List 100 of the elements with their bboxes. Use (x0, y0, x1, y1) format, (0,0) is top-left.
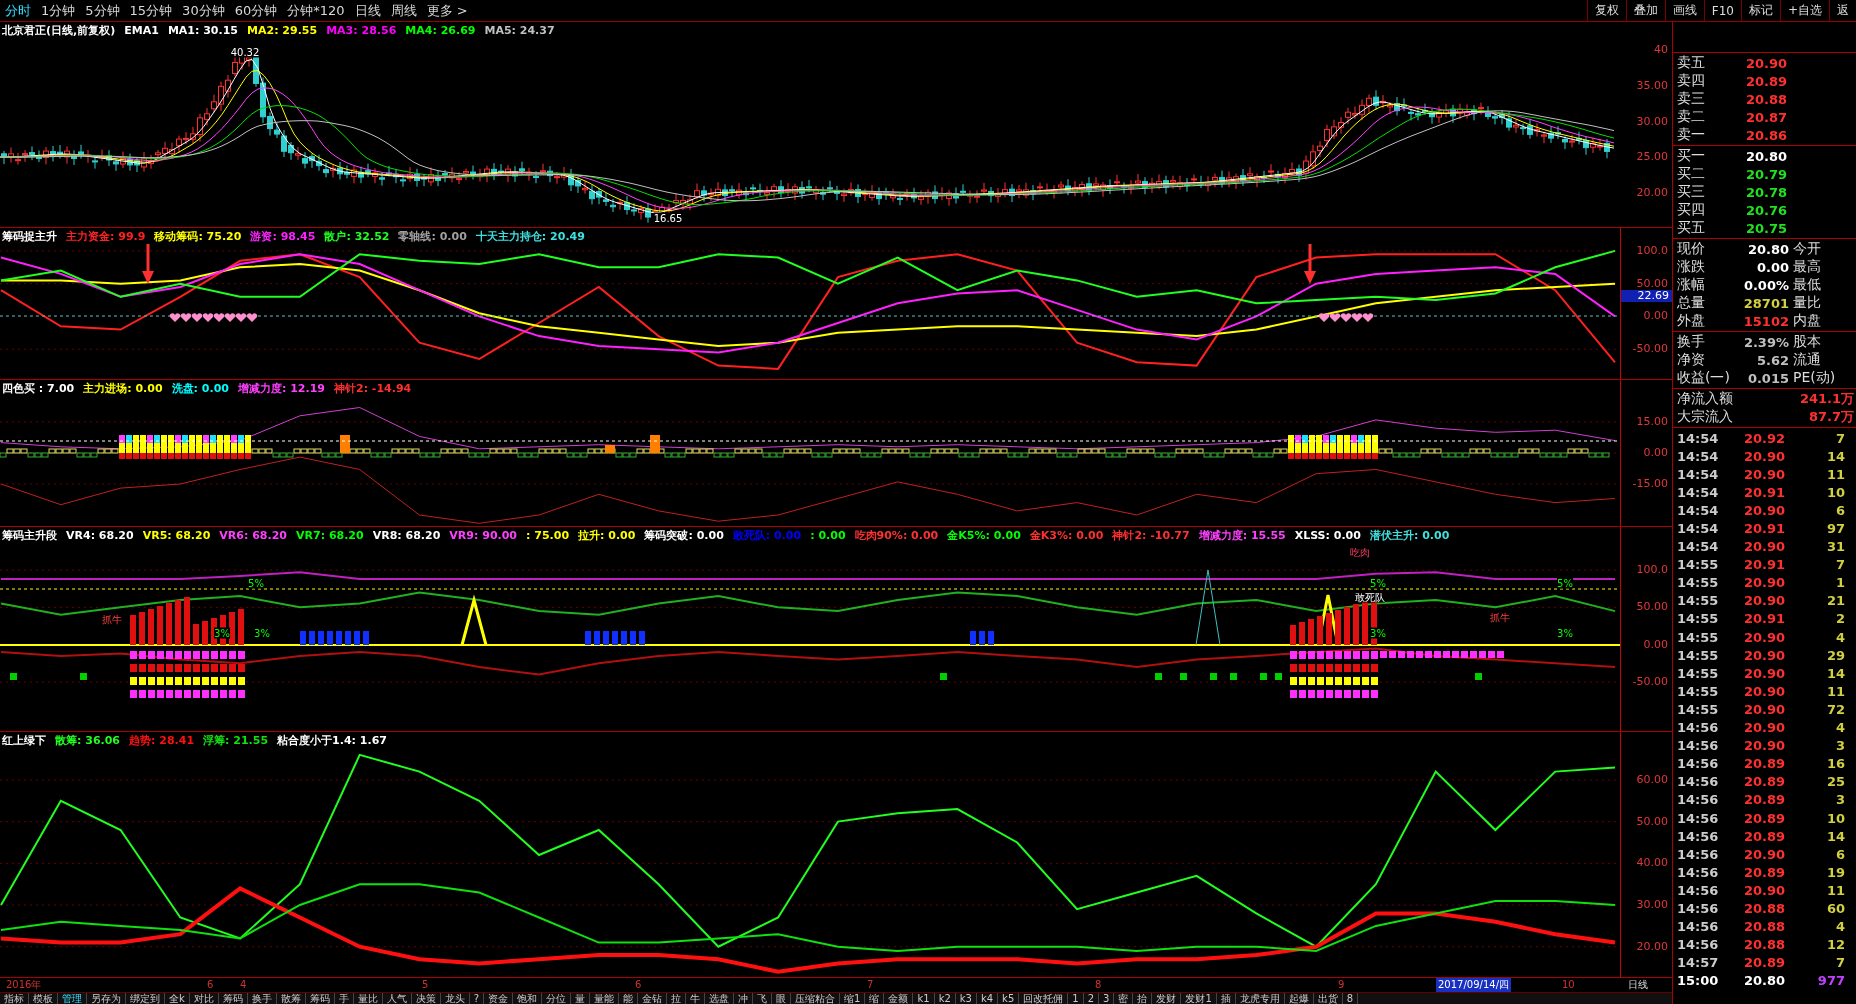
indicator-tab[interactable]: 抬 (1133, 993, 1153, 1004)
indicator-tab[interactable]: 决策 (411, 993, 441, 1004)
trade-volume: 10 (1825, 484, 1845, 500)
indicator-tab[interactable]: 冲 (734, 993, 754, 1004)
chart-annotation: 抓牛 (1490, 611, 1510, 623)
indicator-tab[interactable]: 模板 (29, 993, 58, 1004)
indicator-tab[interactable]: 缩 (865, 993, 885, 1004)
indicator-tab[interactable]: 密 (1114, 993, 1134, 1004)
indicator-tab[interactable]: 能 (619, 993, 639, 1004)
indicator-tab[interactable]: 筹码 (218, 993, 248, 1004)
indicator-tab[interactable]: 换手 (247, 993, 277, 1004)
period-tab[interactable]: 分时 (0, 1, 36, 20)
trade-price: 20.80 (1742, 973, 1785, 989)
trade-volume: 60 (1825, 901, 1845, 916)
period-tab[interactable]: 30分钟 (177, 1, 230, 20)
toolbar-button[interactable]: +自选 (1779, 0, 1829, 21)
chart-annotation: 吃肉 (1350, 546, 1370, 558)
indicator-tab[interactable]: k1 (913, 993, 935, 1004)
legend-value: VR5: 68.20 (142, 529, 211, 542)
indicator-tab[interactable]: 1 (1068, 993, 1084, 1004)
trade-price: 20.89 (1742, 955, 1785, 971)
indicator-tab[interactable]: 2 (1083, 993, 1099, 1004)
indicator-tab[interactable]: 拉 (667, 993, 687, 1004)
indicator-tab[interactable]: 量 (571, 993, 591, 1004)
indicator-tab[interactable]: 金额 (884, 993, 914, 1004)
trade-time: 14:55 (1677, 683, 1720, 699)
order-price: 20.80 (1744, 148, 1787, 164)
indicator-tab[interactable]: k2 (934, 993, 956, 1004)
indicator-tab[interactable]: 指标 (0, 993, 29, 1004)
period-tab[interactable]: 60分钟 (229, 1, 283, 20)
indicator-tab[interactable]: 插 (1216, 993, 1236, 1004)
stat-value: 2.39% (1742, 334, 1789, 350)
period-tab[interactable]: 更多 > (421, 1, 473, 20)
legend-value: 敢死队: 0.00 (732, 529, 802, 542)
indicator-tab[interactable]: 8 (1342, 993, 1359, 1004)
indicator-tab[interactable]: 筹码 (305, 993, 335, 1004)
indicator-tab[interactable]: 发财 (1152, 993, 1182, 1004)
indicator-tab[interactable]: 对比 (189, 993, 219, 1004)
trade-time: 14:56 (1677, 810, 1720, 826)
indicator-tab[interactable]: 饱和 (513, 993, 543, 1004)
indicator-tab[interactable]: 眼 (772, 993, 792, 1004)
period-tab[interactable]: 15分钟 (124, 1, 178, 20)
indicator-tab[interactable]: 发财1 (1181, 993, 1217, 1004)
trade-volume: 6 (1834, 502, 1845, 518)
indicator-tab[interactable]: 绑定到 (126, 993, 165, 1004)
toolbar-button[interactable]: 复权 (1586, 0, 1626, 21)
indicator-tab[interactable]: 龙头 (440, 993, 470, 1004)
trade-time: 14:55 (1677, 557, 1720, 573)
toolbar-button[interactable]: F10 (1703, 0, 1741, 21)
indicator-tab[interactable]: k5 (998, 993, 1020, 1004)
panel-title: 北京君正(日线,前复权) (2, 24, 116, 37)
date-axis-label: 7 (866, 978, 875, 992)
period-tab[interactable]: 5分钟 (80, 1, 125, 20)
trade-time: 14:56 (1677, 792, 1720, 808)
trade-volume: 10 (1825, 810, 1845, 826)
indicator-tab[interactable]: 量能 (590, 993, 620, 1004)
indicator-tab[interactable]: 压缩粘合 (791, 993, 841, 1004)
period-tab[interactable]: 1分钟 (36, 1, 81, 20)
indicator-tab[interactable]: 全k (165, 993, 190, 1004)
indicator-tab[interactable]: 量比 (353, 993, 383, 1004)
indicator-tab[interactable]: 散筹 (276, 993, 306, 1004)
price-scale-label: 30.00 (1636, 114, 1668, 128)
indicator-tab[interactable]: 手 (334, 993, 354, 1004)
trade-price: 20.90 (1742, 846, 1785, 862)
toolbar-button[interactable]: 叠加 (1625, 0, 1665, 21)
axis-tick-label: -50.00 (1632, 342, 1668, 356)
period-tab[interactable]: 日线 (349, 1, 386, 20)
indicator-tab[interactable]: ? (469, 993, 485, 1004)
indicator-tab[interactable]: 人气 (382, 993, 412, 1004)
legend-value: VR4: 68.20 (66, 529, 134, 542)
indicator-tab[interactable]: 金钻 (638, 993, 668, 1004)
trade-time: 14:54 (1677, 539, 1720, 555)
chart-annotation: 3% (1370, 627, 1386, 639)
toolbar-button[interactable]: 标记 (1740, 0, 1780, 21)
legend-value: 浮筹: 21.55 (203, 734, 269, 747)
indicator-tab[interactable]: 缩1 (840, 993, 866, 1004)
indicator-tab[interactable]: 出货 (1313, 993, 1343, 1004)
axis-tick-label: -15.00 (1632, 477, 1668, 490)
indicator-tab[interactable]: 回改托佣 (1019, 993, 1069, 1004)
indicator-tab[interactable]: 分位 (542, 993, 572, 1004)
period-tab[interactable]: 周线 (385, 1, 422, 20)
price-scale-label: 35.00 (1636, 78, 1668, 92)
indicator-tab[interactable]: 起爆 (1284, 993, 1314, 1004)
toolbar-button[interactable]: 返 (1829, 0, 1856, 21)
indicator-tab[interactable]: 飞 (753, 993, 773, 1004)
indicator-tab[interactable]: 牛 (686, 993, 706, 1004)
indicator-tab[interactable]: k4 (976, 993, 999, 1004)
indicator-tab[interactable]: 另存为 (87, 993, 126, 1004)
indicator-tab[interactable]: 龙虎专用 (1235, 993, 1285, 1004)
trade-volume: 72 (1825, 701, 1845, 717)
indicator-tab[interactable]: 选盘 (705, 993, 735, 1004)
order-level-label: 卖四 (1677, 72, 1706, 90)
period-tab[interactable]: 分钟*120 (282, 1, 350, 20)
toolbar-button[interactable]: 画线 (1664, 0, 1704, 21)
legend-value: VR6: 68.20 (219, 529, 287, 542)
indicator-tab[interactable]: k3 (955, 993, 977, 1004)
indicator-tab[interactable]: 3 (1099, 993, 1115, 1004)
legend-value: MA5: 24.37 (484, 24, 555, 37)
indicator-tab[interactable]: 管理 (58, 993, 87, 1004)
indicator-tab[interactable]: 资金 (484, 993, 514, 1004)
